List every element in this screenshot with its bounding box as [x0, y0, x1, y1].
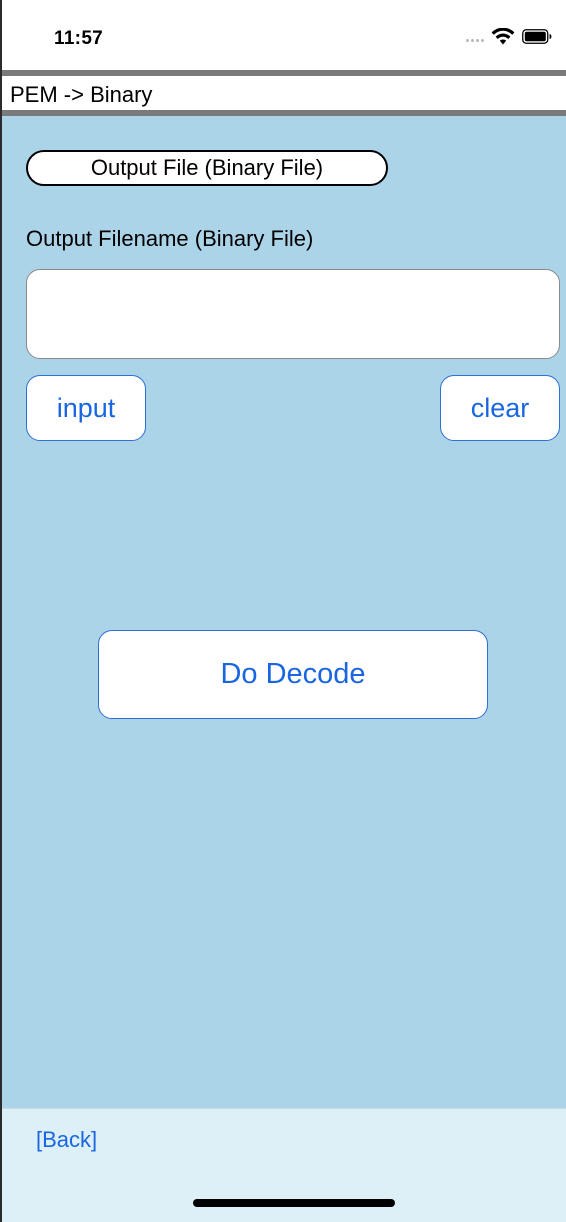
app-screen: 11:57 PEM -> Binary Output File (Binary … [0, 0, 566, 1222]
main-content: Output File (Binary File) Output Filenam… [2, 116, 566, 1108]
status-time: 11:57 [54, 28, 104, 49]
do-decode-button[interactable]: Do Decode [98, 630, 488, 719]
page-title: PEM -> Binary [10, 82, 153, 107]
wifi-icon [491, 28, 515, 45]
status-bar: 11:57 [2, 0, 566, 72]
back-button[interactable]: [Back] [36, 1127, 97, 1153]
home-indicator[interactable] [193, 1199, 395, 1207]
output-filename-field[interactable] [26, 269, 560, 359]
battery-icon [522, 29, 552, 44]
navigation-title-bar: PEM -> Binary [2, 70, 566, 116]
status-icons [466, 28, 552, 45]
section-label-output-file: Output File (Binary File) [26, 150, 388, 186]
cellular-signal-icon [466, 30, 484, 44]
output-filename-label: Output Filename (Binary File) [26, 226, 314, 251]
clear-button[interactable]: clear [440, 375, 560, 441]
input-button[interactable]: input [26, 375, 146, 441]
